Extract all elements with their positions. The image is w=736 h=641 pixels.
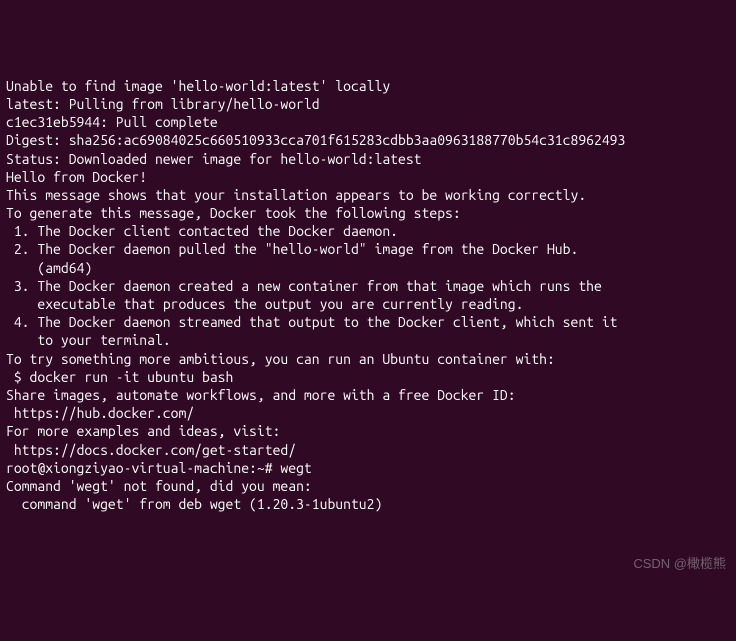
output-line: To generate this message, Docker took th… [6, 204, 730, 222]
typed-command: wegt [280, 460, 311, 476]
output-line: Status: Downloaded newer image for hello… [6, 150, 730, 168]
output-line: Share images, automate workflows, and mo… [6, 386, 730, 404]
output-line: 3. The Docker daemon created a new conta… [6, 277, 730, 295]
output-line: Digest: sha256:ac69084025c660510933cca70… [6, 131, 730, 149]
watermark-text: CSDN @橄榄熊 [633, 556, 726, 573]
output-line: c1ec31eb5944: Pull complete [6, 113, 730, 131]
shell-prompt: root@xiongziyao-virtual-machine:~# [6, 460, 280, 476]
output-line: 2. The Docker daemon pulled the "hello-w… [6, 240, 730, 258]
output-line: Unable to find image 'hello-world:latest… [6, 77, 730, 95]
output-line: 4. The Docker daemon streamed that outpu… [6, 313, 730, 331]
output-line: command 'wget' from deb wget (1.20.3-1ub… [6, 495, 730, 513]
output-line: Command 'wegt' not found, did you mean: [6, 477, 730, 495]
output-line: 1. The Docker client contacted the Docke… [6, 222, 730, 240]
command-prompt-line[interactable]: root@xiongziyao-virtual-machine:~# wegt [6, 459, 730, 477]
output-line: Hello from Docker! [6, 168, 730, 186]
output-line: https://docs.docker.com/get-started/ [6, 441, 730, 459]
output-line: https://hub.docker.com/ [6, 404, 730, 422]
terminal-output[interactable]: Unable to find image 'hello-world:latest… [6, 77, 730, 514]
output-line: $ docker run -it ubuntu bash [6, 368, 730, 386]
output-line: For more examples and ideas, visit: [6, 422, 730, 440]
output-line: latest: Pulling from library/hello-world [6, 95, 730, 113]
output-line: To try something more ambitious, you can… [6, 350, 730, 368]
output-line: executable that produces the output you … [6, 295, 730, 313]
output-line: to your terminal. [6, 331, 730, 349]
output-line: This message shows that your installatio… [6, 186, 730, 204]
output-line: (amd64) [6, 259, 730, 277]
